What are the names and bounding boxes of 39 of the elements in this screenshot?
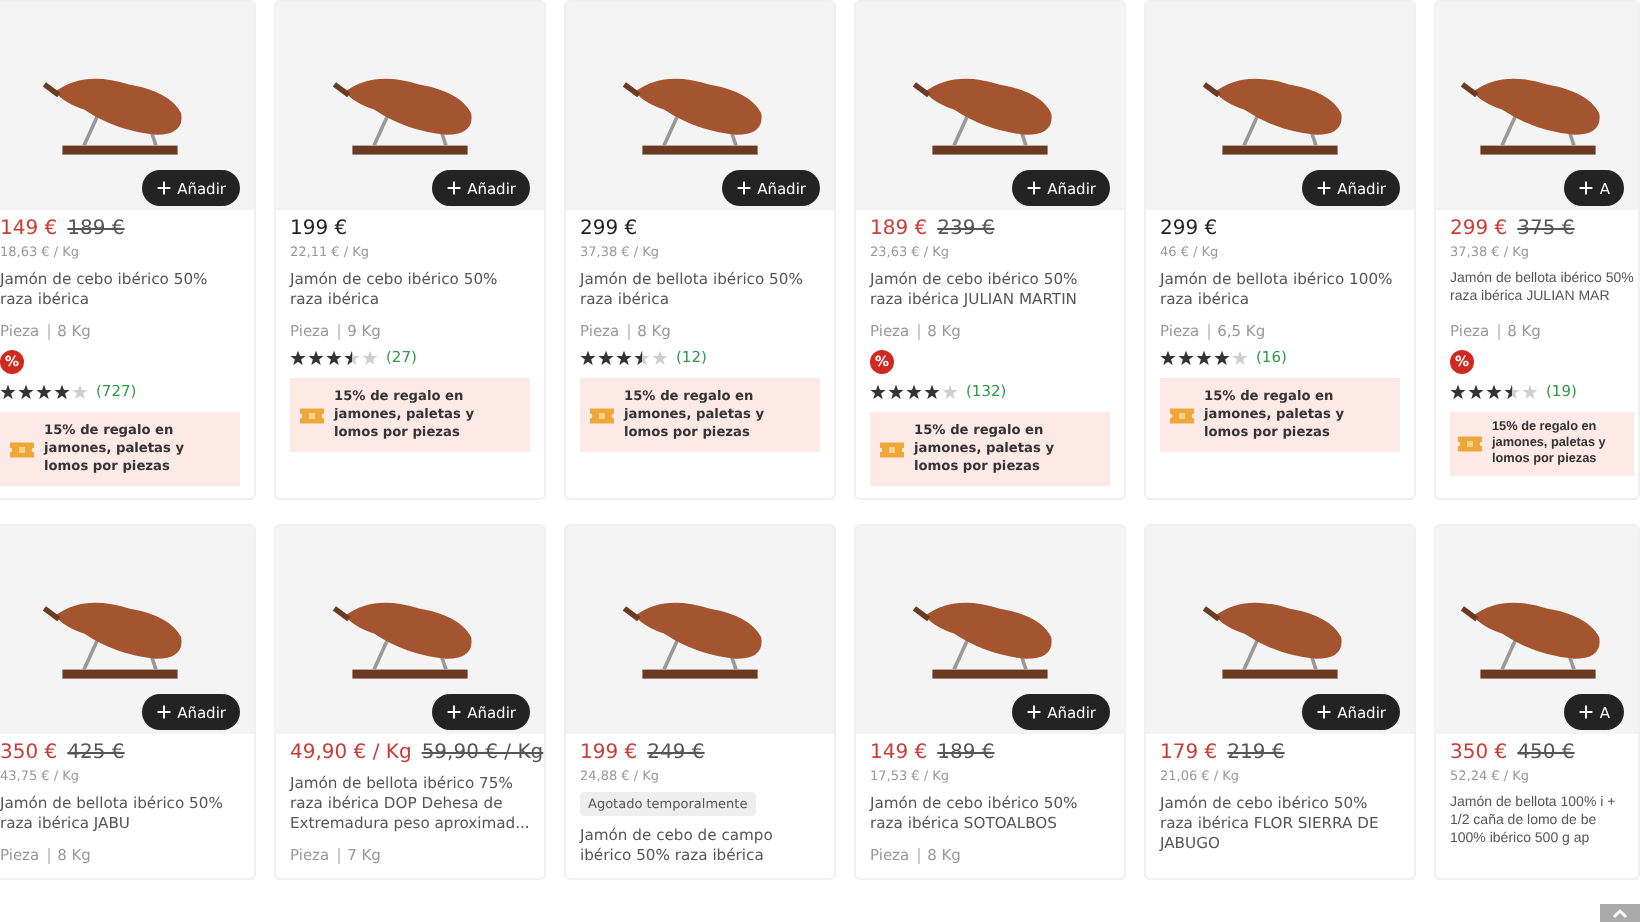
old-price: 450 € xyxy=(1517,742,1575,764)
old-price: 189 € xyxy=(937,742,995,764)
plus-icon xyxy=(155,704,172,720)
ticket-icon xyxy=(300,407,324,423)
plus-icon xyxy=(1577,704,1594,720)
plus-icon xyxy=(1315,180,1332,196)
price: 350 € xyxy=(1450,742,1508,764)
price: 299 € xyxy=(1160,218,1218,240)
plus-icon xyxy=(1025,704,1042,720)
price: 299 € xyxy=(580,218,638,240)
price: 149 € xyxy=(870,742,928,764)
ticket-icon xyxy=(10,441,34,457)
price: 199 € xyxy=(290,218,348,240)
old-price: 375 € xyxy=(1517,218,1575,240)
price: 299 € xyxy=(1450,218,1508,240)
plus-icon xyxy=(1025,180,1042,196)
ticket-icon xyxy=(590,407,614,423)
price: 350 € xyxy=(0,742,58,764)
old-price: 239 € xyxy=(937,218,995,240)
price: 149 € xyxy=(0,218,58,240)
plus-icon xyxy=(155,180,172,196)
plus-icon xyxy=(1315,704,1332,720)
price: 189 € xyxy=(870,218,928,240)
old-price: 59,90 € / Kg xyxy=(421,742,544,764)
price: 49,90 € / Kg xyxy=(290,742,412,764)
ticket-icon xyxy=(1170,407,1194,423)
old-price: 219 € xyxy=(1227,742,1285,764)
old-price: 425 € xyxy=(67,742,125,764)
price: 199 € xyxy=(580,742,638,764)
plus-icon xyxy=(445,180,462,196)
old-price: 249 € xyxy=(647,742,705,764)
plus-icon xyxy=(445,704,462,720)
ticket-icon xyxy=(880,441,904,457)
price: 179 € xyxy=(1160,742,1218,764)
ticket-icon xyxy=(1458,436,1482,452)
plus-icon xyxy=(1577,180,1594,196)
plus-icon xyxy=(735,180,752,196)
scroll-top-button[interactable] xyxy=(1600,904,1640,922)
old-price: 189 € xyxy=(67,218,125,240)
